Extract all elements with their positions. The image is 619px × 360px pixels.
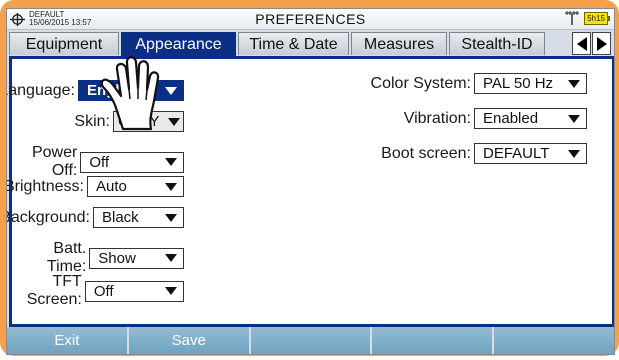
batt-time-row: Batt. Time: Show [12, 240, 184, 276]
color-system-select[interactable]: PAL 50 Hz [474, 73, 587, 94]
tab-stealth-id[interactable]: Stealth-ID [449, 32, 545, 55]
vibration-select[interactable]: Enabled [474, 108, 587, 129]
tab-label: Time & Date [249, 36, 338, 53]
softkey-3[interactable] [250, 327, 371, 354]
batt-time-select[interactable]: Show [89, 247, 184, 269]
background-select[interactable]: Black [93, 207, 184, 228]
tab-label: Equipment [25, 36, 103, 53]
boot-screen-row: Boot screen: DEFAULT [381, 143, 587, 164]
softkey-5[interactable] [494, 327, 614, 354]
status-right: 5h15 [564, 11, 610, 25]
boot-screen-label: Boot screen: [381, 144, 471, 162]
brightness-label: Brightness: [6, 177, 84, 195]
tft-screen-value: Off [93, 282, 114, 300]
battery-icon: 5h15 [584, 11, 608, 25]
triangle-right-icon [596, 36, 607, 51]
batt-time-label: Batt. Time: [46, 240, 87, 275]
power-off-select[interactable]: Off [80, 151, 184, 173]
tab-label: Measures [363, 36, 435, 53]
boot-screen-value: DEFAULT [483, 145, 550, 162]
softkey-label: Save [171, 332, 206, 349]
battery-time: 5h15 [587, 13, 605, 23]
save-softkey[interactable]: Save [128, 327, 249, 354]
tab-scroll-left-button[interactable] [572, 32, 591, 55]
background-value: Black [102, 209, 139, 226]
tab-time-date[interactable]: Time & Date [238, 32, 349, 55]
power-off-row: Power Off: Off [12, 144, 184, 180]
vibration-label: Vibration: [403, 109, 471, 127]
boot-screen-select[interactable]: DEFAULT [474, 143, 587, 164]
softkey-4[interactable] [372, 327, 493, 354]
color-system-label: Color System: [370, 74, 471, 92]
tab-measures[interactable]: Measures [351, 32, 447, 55]
triangle-left-icon [576, 36, 587, 51]
batt-time-value: Show [98, 249, 136, 267]
softkey-bar: Exit Save [7, 327, 614, 354]
battery-tip [608, 15, 610, 21]
color-system-value: PAL 50 Hz [483, 75, 554, 92]
chevron-down-icon [568, 114, 580, 123]
chevron-down-icon [165, 287, 177, 295]
tft-screen-row: TFT Screen: Off [9, 273, 184, 309]
tft-screen-label: TFT Screen: [26, 273, 82, 308]
antenna-icon [565, 11, 580, 25]
screen: DEFAULT 15/06/2015 13:57 PREFERENCES 5h1… [6, 8, 615, 355]
exit-softkey[interactable]: Exit [7, 327, 127, 354]
color-system-row: Color System: PAL 50 Hz [371, 73, 587, 94]
power-off-label: Power Off: [31, 144, 78, 179]
chevron-down-icon [165, 254, 177, 262]
chevron-down-icon [165, 158, 177, 166]
vibration-row: Vibration: Enabled [404, 108, 587, 129]
tft-screen-select[interactable]: Off [84, 280, 184, 302]
tab-scroll-right-button[interactable] [592, 32, 611, 55]
softkey-label: Exit [54, 332, 80, 349]
device-frame: DEFAULT 15/06/2015 13:57 PREFERENCES 5h1… [0, 0, 619, 356]
background-label: Background: [6, 208, 90, 226]
chevron-down-icon [165, 182, 177, 191]
background-row: Background: Black [6, 207, 184, 228]
pointer-hand-icon [100, 56, 160, 131]
chevron-down-icon [165, 213, 177, 222]
chevron-down-icon [568, 79, 580, 88]
tab-label: Stealth-ID [461, 36, 533, 53]
brightness-value: Auto [96, 178, 127, 195]
language-label: Language: [6, 81, 75, 99]
brightness-row: Brightness: Auto [6, 176, 184, 197]
brightness-select[interactable]: Auto [87, 176, 184, 197]
vibration-value: Enabled [483, 110, 539, 127]
window-title: PREFERENCES [255, 11, 366, 27]
chevron-down-icon [568, 149, 580, 158]
status-bar: DEFAULT 15/06/2015 13:57 PREFERENCES 5h1… [7, 9, 614, 30]
power-off-value: Off [89, 153, 110, 171]
